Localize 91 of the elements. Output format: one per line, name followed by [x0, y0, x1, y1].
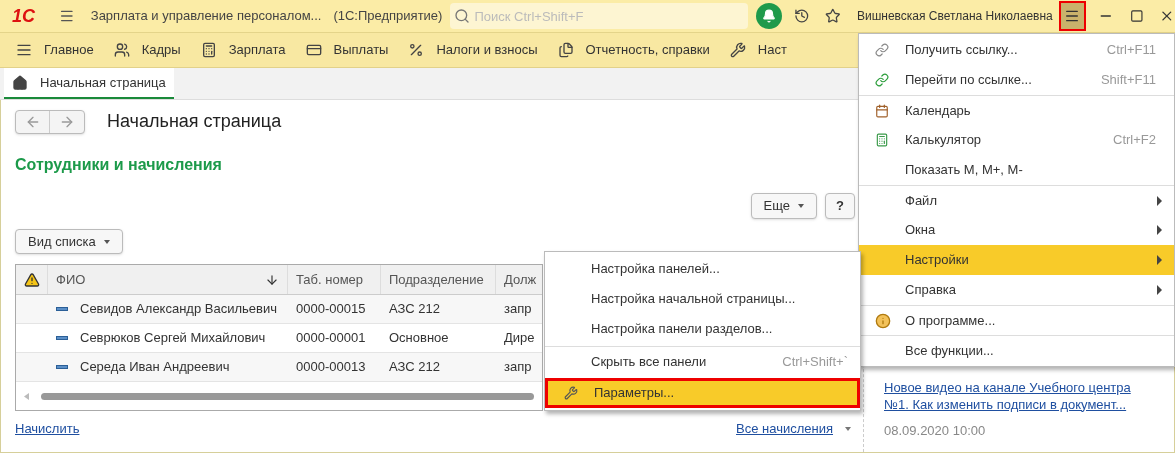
- menu-item[interactable]: Окна: [859, 215, 1174, 245]
- percent-icon: [408, 42, 425, 58]
- menu-item[interactable]: Файл: [859, 185, 1174, 215]
- more-button[interactable]: Еще: [750, 193, 817, 219]
- menu-icon[interactable]: [59, 8, 75, 24]
- section-tab[interactable]: Налоги и взносы: [408, 40, 538, 60]
- section-tab[interactable]: Наст: [729, 40, 787, 60]
- menu-item[interactable]: Скрыть все панели Ctrl+Shift+`: [545, 346, 860, 376]
- section-heading: Сотрудники и начисления: [15, 155, 222, 175]
- table-cell-text: Севрюков Сергей Михайлович: [80, 329, 266, 348]
- search-icon: [454, 8, 471, 24]
- table-cell-text: 0000-00013: [296, 358, 366, 377]
- app-logo: 1С: [12, 4, 36, 28]
- menu-item[interactable]: Показать M, M+, M-: [859, 155, 1174, 185]
- table-cell-text: Основное: [389, 329, 449, 348]
- table-cell-text: Середа Иван Андреевич: [80, 358, 230, 377]
- employee-icon: [56, 307, 68, 311]
- table-cell-text: 0000-00001: [296, 329, 366, 348]
- menu-item[interactable]: Настройка начальной страницы...: [545, 284, 860, 314]
- menu-item[interactable]: Настройка панели разделов...: [545, 314, 860, 344]
- wrench-icon: [729, 42, 746, 58]
- table-row[interactable]: Севидов Александр Васильевич 0000-00015 АЗС 212 запр: [16, 295, 542, 324]
- table-cell-text: запр: [504, 300, 532, 319]
- help-button[interactable]: ?: [825, 193, 855, 219]
- all-accruals-link[interactable]: Все начисления: [736, 419, 833, 439]
- menu-item[interactable]: Получить ссылку... Ctrl+F11: [859, 35, 1174, 65]
- link-icon: [875, 43, 889, 57]
- section-tab[interactable]: Выплаты: [305, 40, 389, 60]
- column-header[interactable]: Таб. номер: [288, 265, 381, 294]
- section-tab[interactable]: Отчетность, справки: [557, 40, 710, 60]
- shortcut-label: Ctrl+F11: [1106, 41, 1156, 60]
- main-menu-button[interactable]: [1058, 1, 1087, 31]
- sort-icon: [265, 272, 279, 287]
- wrench-icon: [564, 386, 578, 400]
- window-title: Зарплата и управление персоналом...: [90, 7, 322, 26]
- menu-item[interactable]: Календарь: [859, 95, 1174, 125]
- info-icon: [875, 312, 891, 329]
- table-cell-text: Севидов Александр Васильевич: [80, 300, 277, 319]
- section-tab[interactable]: Кадры: [113, 40, 181, 60]
- submenu-arrow-icon: [1157, 225, 1162, 235]
- section-tab[interactable]: Зарплата: [200, 40, 286, 60]
- menu-item[interactable]: Перейти по ссылке... Shift+F11: [859, 65, 1174, 95]
- section-tab[interactable]: Главное: [16, 40, 94, 60]
- table-cell-text: Дире: [504, 329, 535, 348]
- people-icon: [113, 42, 130, 58]
- accrue-link[interactable]: Начислить: [15, 419, 80, 439]
- menu-item[interactable]: Настройки: [859, 245, 1174, 275]
- menu-item[interactable]: Настройка панелей...: [545, 254, 860, 284]
- shortcut-label: Shift+F11: [1100, 71, 1156, 90]
- submenu-arrow-icon: [1157, 285, 1162, 295]
- column-header[interactable]: ФИО: [48, 265, 288, 294]
- menu-icon: [1064, 8, 1081, 24]
- maximize-icon[interactable]: [1129, 9, 1144, 23]
- bell-icon: [762, 9, 777, 23]
- documents-icon: [557, 42, 574, 58]
- submenu-arrow-icon: [1157, 255, 1162, 265]
- calculator-icon: [875, 133, 889, 147]
- view-button[interactable]: Вид списка: [15, 229, 123, 254]
- menu-item[interactable]: Калькулятор Ctrl+F2: [859, 125, 1174, 155]
- user-name: Вишневская Светлана Николаевна: [856, 8, 1053, 25]
- page-title: Начальная страница: [107, 110, 282, 133]
- calculator-icon: [200, 42, 217, 58]
- calendar-icon: [875, 103, 889, 118]
- list-icon: [16, 42, 32, 58]
- shortcut-label: Ctrl+F2: [1113, 131, 1156, 150]
- shortcut-label: Ctrl+Shift+`: [782, 352, 848, 371]
- table-cell-text: 0000-00015: [296, 300, 366, 319]
- employee-icon: [56, 336, 68, 340]
- column-header[interactable]: Долж: [496, 265, 542, 294]
- page-tab[interactable]: Начальная страница: [4, 68, 174, 99]
- menu-item[interactable]: Справка: [859, 275, 1174, 305]
- search-field[interactable]: Поиск Ctrl+Shift+F: [450, 3, 749, 29]
- menu-item[interactable]: Параметры...: [545, 378, 860, 408]
- table-cell-text: запр: [504, 358, 532, 377]
- news-link[interactable]: Новое видео на канале Учебного центра №1. Как изменить подписи в документ...: [884, 378, 1146, 413]
- card-icon: [305, 42, 322, 58]
- history-icon[interactable]: [793, 8, 810, 24]
- star-icon[interactable]: [825, 8, 841, 24]
- column-header[interactable]: Подразделение: [381, 265, 496, 294]
- employee-icon: [56, 365, 68, 369]
- horizontal-scrollbar[interactable]: [41, 392, 534, 400]
- warning-icon: [23, 271, 40, 288]
- table-cell-text: АЗС 212: [389, 300, 440, 319]
- table-row[interactable]: Середа Иван Андреевич 0000-00013 АЗС 212 запр: [16, 353, 542, 382]
- table-cell-text: АЗС 212: [389, 358, 440, 377]
- app-mode: (1С:Предприятие): [333, 7, 443, 26]
- notifications-button[interactable]: [756, 3, 782, 29]
- home-icon: [12, 74, 28, 91]
- submenu-arrow-icon: [1157, 195, 1162, 206]
- news-date: 08.09.2020 10:00: [884, 421, 987, 440]
- link-icon: [875, 73, 889, 87]
